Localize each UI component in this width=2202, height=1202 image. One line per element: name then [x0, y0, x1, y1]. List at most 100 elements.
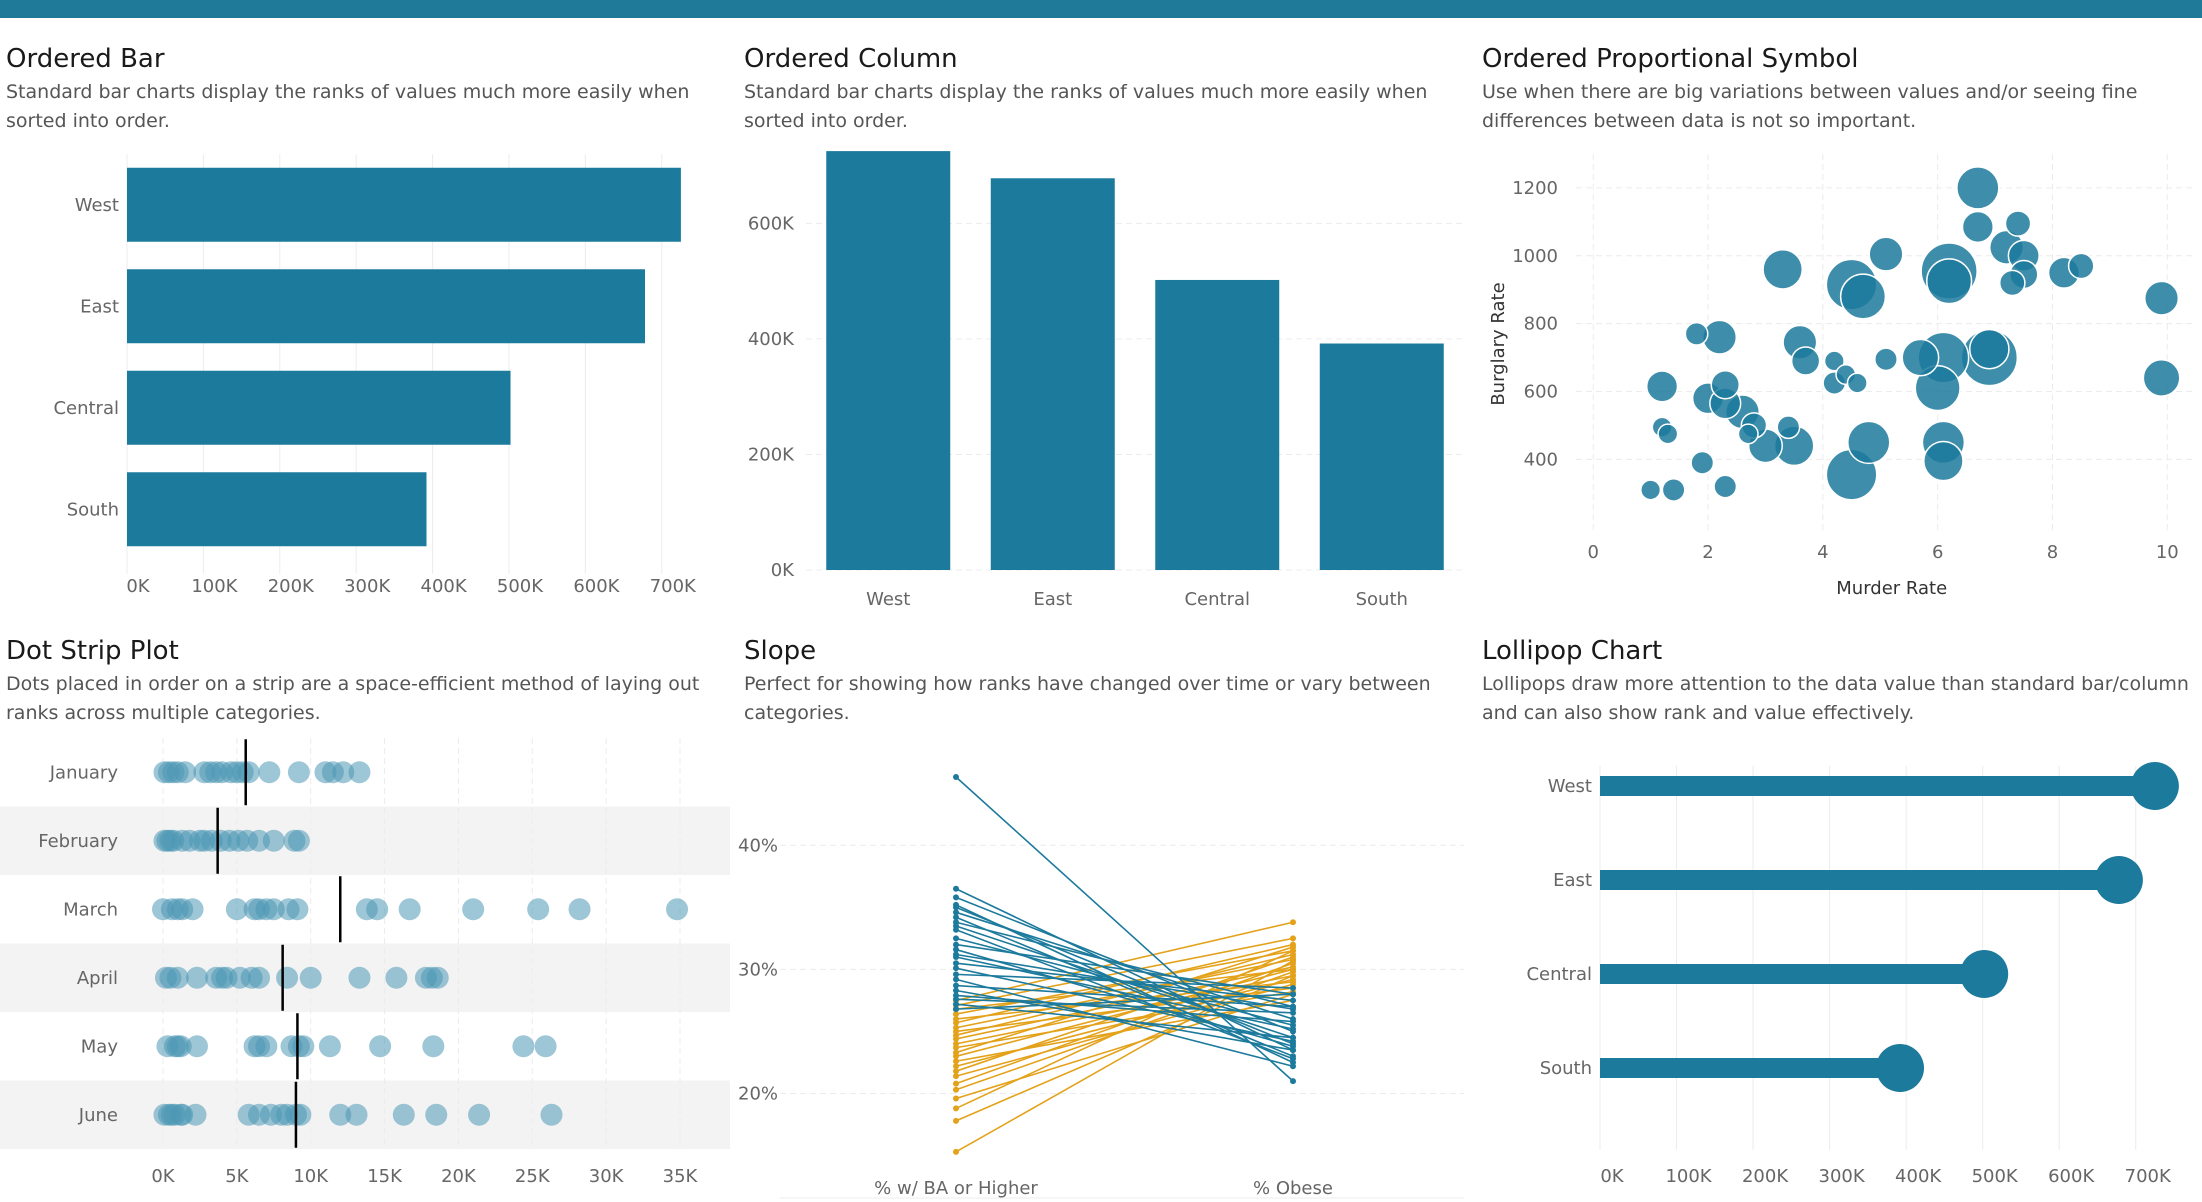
x-tick-label: 0K: [151, 1166, 175, 1187]
symbol-point: [1661, 477, 1686, 502]
strip-dot: [299, 966, 322, 989]
bar: [127, 269, 645, 344]
panel-dot-strip: Dot Strip Plot Dots placed in order on a…: [0, 636, 730, 1202]
y-category-label: March: [63, 899, 118, 920]
strip-dot: [425, 1103, 448, 1126]
x-tick-label: 500K: [1972, 1166, 2019, 1187]
strip-dot: [426, 966, 449, 989]
x-tick-label: 100K: [191, 576, 238, 597]
strip-dot: [248, 966, 271, 989]
y-category-label: South: [67, 499, 119, 520]
slope-point: [953, 1073, 959, 1080]
y-tick-label: 400K: [748, 329, 795, 350]
x-tick-label: 10K: [293, 1166, 329, 1187]
x-tick-label: 8: [2047, 542, 2058, 563]
x-category-label: West: [866, 589, 910, 610]
slope-point: [953, 894, 959, 901]
lollipop-head: [2094, 856, 2143, 904]
y-category-label: East: [80, 296, 119, 317]
x-tick-label: 200K: [268, 576, 315, 597]
lollipop-head: [1876, 1044, 1925, 1092]
header-accent-bar: [0, 0, 2202, 18]
symbol-point: [1998, 269, 2026, 297]
strip-dot: [262, 829, 285, 852]
y-tick-label: 200K: [748, 444, 795, 465]
y-tick-label: 600K: [748, 213, 795, 234]
slope-point: [953, 1148, 959, 1155]
lollipop-stem: [1600, 776, 2155, 796]
strip-dot: [666, 898, 689, 921]
strip-dot: [292, 1035, 315, 1058]
x-tick-label: 600K: [2048, 1166, 2095, 1187]
x-category-label: Central: [1184, 589, 1250, 610]
x-tick-label: 400K: [1895, 1166, 1942, 1187]
x-tick-label: 6: [1932, 542, 1943, 563]
y-category-label: June: [78, 1105, 118, 1126]
panel-proportional-symbol: Ordered Proportional Symbol Use when the…: [1476, 44, 2202, 624]
slope-point: [953, 1086, 959, 1093]
x-tick-label: 700K: [2125, 1166, 2172, 1187]
y-category-label: April: [77, 968, 118, 989]
y-tick-label: 1000: [1512, 246, 1558, 267]
y-tick-label: 1200: [1512, 178, 1558, 199]
x-tick-label: 4: [1817, 542, 1828, 563]
slope-point: [1290, 985, 1296, 992]
strip-dot: [255, 1035, 278, 1058]
strip-dot: [185, 966, 208, 989]
lollipop-head: [1960, 950, 2009, 998]
column: [990, 178, 1115, 570]
x-category-label: % Obese: [1253, 1178, 1333, 1199]
x-tick-label: 0K: [126, 576, 150, 597]
strip-dot: [237, 761, 260, 784]
symbol-point: [1657, 423, 1679, 445]
strip-dot: [318, 1035, 341, 1058]
strip-dot: [258, 761, 281, 784]
x-tick-label: 200K: [1742, 1166, 1789, 1187]
ordered-bar-chart: 0K 100K 200K 300K 400K 500K 600K 700K West East Ce…: [53, 154, 697, 597]
slope-point: [953, 1117, 959, 1124]
x-category-label: South: [1356, 589, 1408, 610]
symbol-point: [1710, 369, 1741, 400]
strip-dot: [287, 829, 310, 852]
y-category-label: West: [75, 195, 119, 216]
symbol-point: [2142, 358, 2181, 397]
x-axis-title: Murder Rate: [1836, 578, 1947, 599]
strip-dot: [286, 898, 309, 921]
symbol-point: [1925, 258, 1973, 305]
x-tick-label: 30K: [589, 1166, 625, 1187]
x-tick-label: 0: [1587, 542, 1598, 563]
slope-point: [1290, 1063, 1296, 1070]
slope-point: [1290, 1003, 1296, 1010]
symbol-point: [1684, 321, 1709, 346]
slope-point: [953, 954, 959, 960]
symbol-point: [1868, 236, 1904, 272]
panel-ordered-bar: Ordered Bar Standard bar charts display …: [0, 44, 730, 624]
x-tick-label: 5K: [225, 1166, 249, 1187]
slope-point: [1290, 919, 1296, 926]
panel-ordered-column: Ordered Column Standard bar charts displ…: [738, 44, 1468, 624]
symbol-point: [1901, 338, 1940, 377]
slope-point: [1290, 1047, 1296, 1054]
column: [826, 151, 951, 570]
symbol-point: [1762, 249, 1804, 290]
y-tick-label: 600: [1524, 382, 1558, 403]
x-tick-label: 20K: [441, 1166, 477, 1187]
y-category-label: South: [1540, 1058, 1592, 1079]
slope-point: [1290, 1018, 1296, 1025]
symbol-point: [1839, 273, 1887, 320]
panel-slope: Slope Perfect for showing how ranks have…: [738, 636, 1468, 1202]
y-category-label: May: [81, 1036, 119, 1057]
strip-dot: [348, 966, 371, 989]
symbol-point: [1923, 440, 1964, 482]
symbol-point: [1645, 370, 1679, 403]
slope-point: [1290, 1009, 1296, 1016]
strip-dot: [345, 1103, 368, 1126]
dot-strip-chart: 0K 5K 10K 15K 20K 25K 30K 35K January February Mar…: [0, 738, 730, 1187]
y-category-label: Central: [53, 398, 119, 419]
symbol-point: [1737, 423, 1759, 445]
x-category-label: % w/ BA or Higher: [874, 1178, 1038, 1199]
slope-point: [1290, 997, 1296, 1004]
slope-point: [953, 926, 959, 933]
column: [1319, 343, 1444, 570]
slope-point: [1290, 957, 1296, 964]
